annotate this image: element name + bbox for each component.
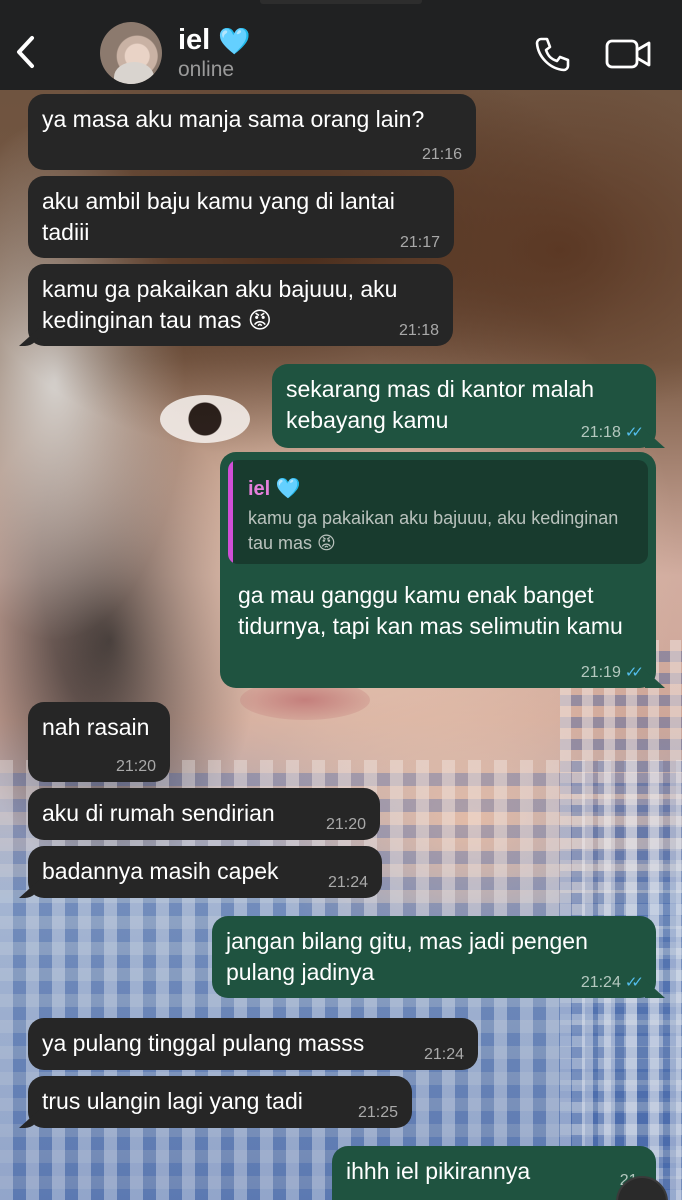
message-time: 21:24 — [423, 1046, 464, 1063]
message-text: ihhh iel pikirannya — [346, 1158, 531, 1184]
message-outgoing-reply[interactable]: iel 🩵 kamu ga pakaikan aku bajuuu, aku k… — [220, 452, 656, 688]
message-time: 21:18 — [398, 322, 439, 339]
message-incoming[interactable]: aku ambil baju kamu yang di lantai tadii… — [28, 176, 454, 258]
quoted-message[interactable]: iel 🩵 kamu ga pakaikan aku bajuuu, aku k… — [228, 460, 648, 564]
message-text: badannya masih capek — [42, 858, 279, 884]
video-camera-icon[interactable] — [604, 36, 652, 72]
message-incoming[interactable]: aku di rumah sendirian 21:20 — [28, 788, 380, 840]
message-outgoing[interactable]: jangan bilang gitu, mas jadi pengen pula… — [212, 916, 656, 998]
double-check-icon: ✓✓ — [624, 974, 644, 991]
message-text: ya pulang tinggal pulang masss — [42, 1030, 365, 1056]
message-text: kamu ga pakaikan aku bajuuu, aku kedingi… — [42, 276, 398, 333]
message-time: 21:20 — [115, 758, 156, 775]
message-time: 21:24 — [327, 874, 368, 891]
message-text: jangan bilang gitu, mas jadi pengen pula… — [226, 928, 588, 985]
message-incoming[interactable]: trus ulangin lagi yang tadi 21:25 — [28, 1076, 412, 1128]
message-time: 21:18 — [580, 424, 621, 441]
chat-header: iel 🩵 online — [0, 0, 682, 90]
message-time: 21:16 — [421, 146, 462, 163]
message-time: 21:24 — [580, 974, 621, 991]
message-time: 21:20 — [325, 816, 366, 833]
message-incoming[interactable]: nah rasain 21:20 — [28, 702, 170, 782]
double-check-icon: ✓✓ — [624, 424, 644, 441]
message-incoming[interactable]: ya pulang tinggal pulang masss 21:24 — [28, 1018, 478, 1070]
message-incoming[interactable]: ya masa aku manja sama orang lain? 21:16 — [28, 94, 476, 170]
message-text: nah rasain — [42, 714, 150, 740]
message-time: 21:25 — [357, 1104, 398, 1121]
quoted-text: kamu ga pakaikan aku bajuuu, aku kedingi… — [248, 508, 619, 553]
message-text: ya masa aku manja sama orang lain? — [42, 106, 425, 132]
message-text: ga mau ganggu kamu enak banget tidurnya,… — [238, 582, 623, 639]
contact-status: online — [178, 58, 235, 81]
message-incoming[interactable]: badannya masih capek 21:24 — [28, 846, 382, 898]
message-text: aku ambil baju kamu yang di lantai tadii… — [42, 188, 395, 245]
message-time: 21:17 — [399, 234, 440, 251]
avatar[interactable] — [100, 22, 162, 84]
quoted-sender: iel 🩵 — [248, 478, 301, 500]
contact-name-text: iel — [178, 24, 211, 56]
double-check-icon: ✓✓ — [624, 664, 644, 681]
message-outgoing[interactable]: sekarang mas di kantor malah kebayang ka… — [272, 364, 656, 448]
message-text: aku di rumah sendirian — [42, 800, 275, 826]
blue-heart-emoji: 🩵 — [218, 25, 251, 56]
phone-icon[interactable] — [532, 34, 572, 74]
message-outgoing[interactable]: ihhh iel pikirannya 21: — [332, 1146, 656, 1200]
message-text: trus ulangin lagi yang tadi — [42, 1088, 303, 1114]
message-time: 21:19 — [580, 664, 621, 681]
contact-name[interactable]: iel 🩵 — [178, 24, 251, 57]
chevron-left-icon[interactable] — [12, 32, 42, 72]
message-incoming[interactable]: kamu ga pakaikan aku bajuuu, aku kedingi… — [28, 264, 453, 346]
